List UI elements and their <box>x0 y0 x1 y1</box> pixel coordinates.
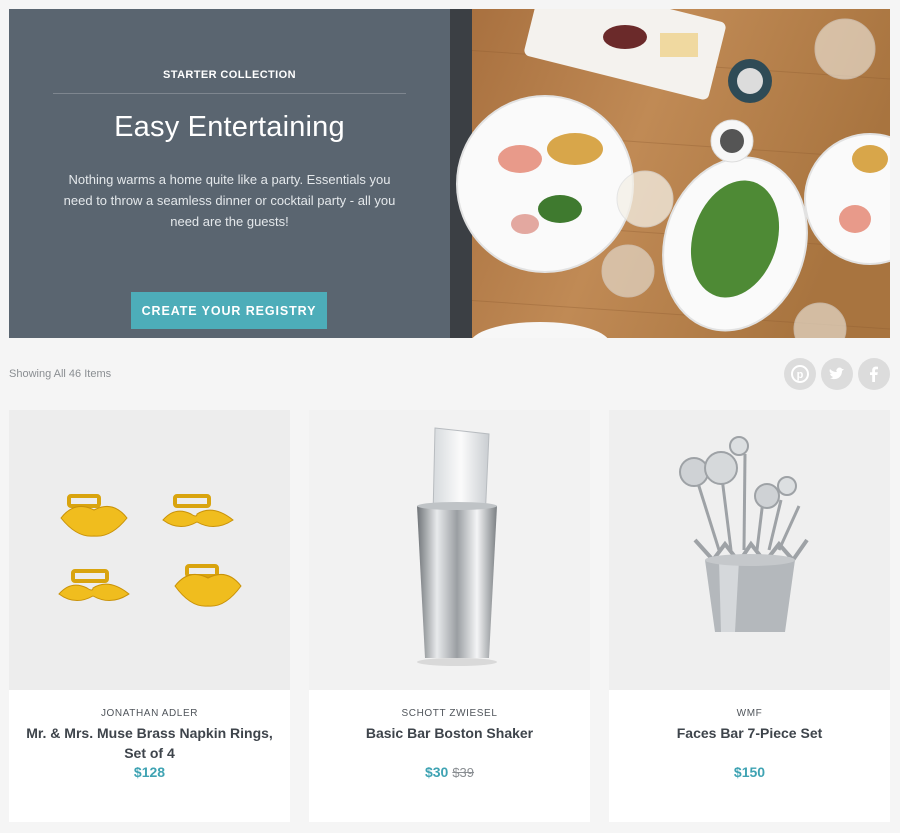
product-price: $150 <box>733 764 766 780</box>
twitter-icon[interactable] <box>821 358 853 390</box>
hero-title: Easy Entertaining <box>114 111 345 143</box>
product-original-price: $39 <box>452 765 475 780</box>
product-price-row: $128 <box>9 764 290 780</box>
product-card[interactable]: WMF Faces Bar 7-Piece Set $150 <box>609 410 890 822</box>
pinterest-icon[interactable]: p <box>784 358 816 390</box>
product-price: $128 <box>133 764 166 780</box>
product-price: $30 <box>424 764 449 780</box>
hero-dinner-table-image <box>450 9 890 338</box>
product-image[interactable] <box>609 410 890 690</box>
results-toolbar: Showing All 46 Items p <box>9 356 890 392</box>
product-image[interactable] <box>309 410 590 690</box>
product-price-row: $150 <box>609 764 890 780</box>
product-name[interactable]: Basic Bar Boston Shaker <box>325 723 574 743</box>
product-brand: SCHOTT ZWIESEL <box>401 708 498 719</box>
create-registry-button[interactable]: CREATE YOUR REGISTRY <box>131 292 327 329</box>
product-card[interactable]: SCHOTT ZWIESEL Basic Bar Boston Shaker $… <box>309 410 590 822</box>
page: STARTER COLLECTION Easy Entertaining Not… <box>0 0 900 833</box>
hero-banner: STARTER COLLECTION Easy Entertaining Not… <box>9 9 890 338</box>
product-price-row: $30 $39 <box>309 764 590 780</box>
product-grid: JONATHAN ADLER Mr. & Mrs. Muse Brass Nap… <box>9 410 890 822</box>
item-count: Showing All 46 Items <box>9 368 112 380</box>
product-name[interactable]: Mr. & Mrs. Muse Brass Napkin Rings, Set … <box>25 723 274 763</box>
product-card[interactable]: JONATHAN ADLER Mr. & Mrs. Muse Brass Nap… <box>9 410 290 822</box>
product-brand: JONATHAN ADLER <box>100 708 199 719</box>
hero-divider <box>53 93 406 94</box>
hero-description: Nothing warms a home quite like a party.… <box>63 172 396 229</box>
facebook-icon[interactable] <box>858 358 890 390</box>
hero-eyebrow: STARTER COLLECTION <box>163 69 296 81</box>
svg-text:p: p <box>797 369 804 381</box>
product-brand: WMF <box>736 708 763 719</box>
product-image[interactable] <box>9 410 290 690</box>
social-share: p <box>784 358 890 390</box>
hero-panel: STARTER COLLECTION Easy Entertaining Not… <box>9 9 450 338</box>
product-name[interactable]: Faces Bar 7-Piece Set <box>625 723 874 743</box>
